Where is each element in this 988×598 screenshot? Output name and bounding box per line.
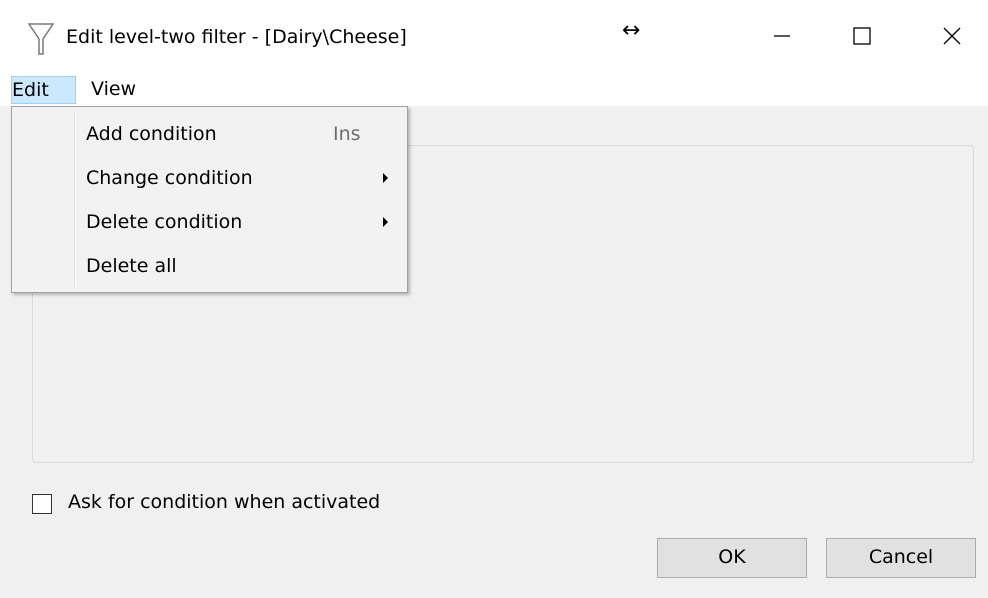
menu-item-label: Add condition bbox=[86, 123, 217, 145]
menu-bar: Edit View bbox=[0, 76, 988, 106]
menu-item-shortcut: Ins bbox=[333, 123, 361, 145]
submenu-arrow-icon bbox=[383, 173, 388, 183]
minimize-icon bbox=[772, 26, 792, 50]
ask-condition-checkbox[interactable] bbox=[32, 494, 52, 514]
menu-item-add-condition[interactable]: Add condition Ins bbox=[13, 111, 406, 155]
close-button[interactable] bbox=[922, 0, 982, 76]
menu-item-label: Change condition bbox=[86, 167, 253, 189]
minimize-button[interactable] bbox=[752, 0, 812, 76]
resize-cursor-icon: ↔ bbox=[622, 18, 641, 43]
menu-item-label: Delete all bbox=[86, 255, 177, 277]
title-bar[interactable]: Edit level-two filter - [Dairy\Cheese] ↔ bbox=[0, 0, 988, 76]
ok-button[interactable]: OK bbox=[657, 538, 807, 578]
edit-menu-dropdown: Add condition Ins Change condition Delet… bbox=[11, 106, 408, 293]
maximize-icon bbox=[852, 26, 872, 50]
menu-item-label: Delete condition bbox=[86, 211, 243, 233]
window-title: Edit level-two filter - [Dairy\Cheese] bbox=[66, 26, 407, 48]
menu-item-delete-all[interactable]: Delete all bbox=[13, 243, 406, 287]
menu-item-change-condition[interactable]: Change condition bbox=[13, 155, 406, 199]
close-icon bbox=[942, 26, 962, 50]
filter-dialog-window: Edit level-two filter - [Dairy\Cheese] ↔… bbox=[0, 0, 988, 598]
submenu-arrow-icon bbox=[383, 217, 388, 227]
maximize-button[interactable] bbox=[832, 0, 892, 76]
funnel-icon bbox=[27, 22, 55, 56]
menu-view[interactable]: View bbox=[84, 76, 143, 104]
menu-edit[interactable]: Edit bbox=[11, 76, 76, 104]
cancel-button[interactable]: Cancel bbox=[826, 538, 976, 578]
menu-item-delete-condition[interactable]: Delete condition bbox=[13, 199, 406, 243]
ask-condition-label[interactable]: Ask for condition when activated bbox=[68, 491, 380, 513]
